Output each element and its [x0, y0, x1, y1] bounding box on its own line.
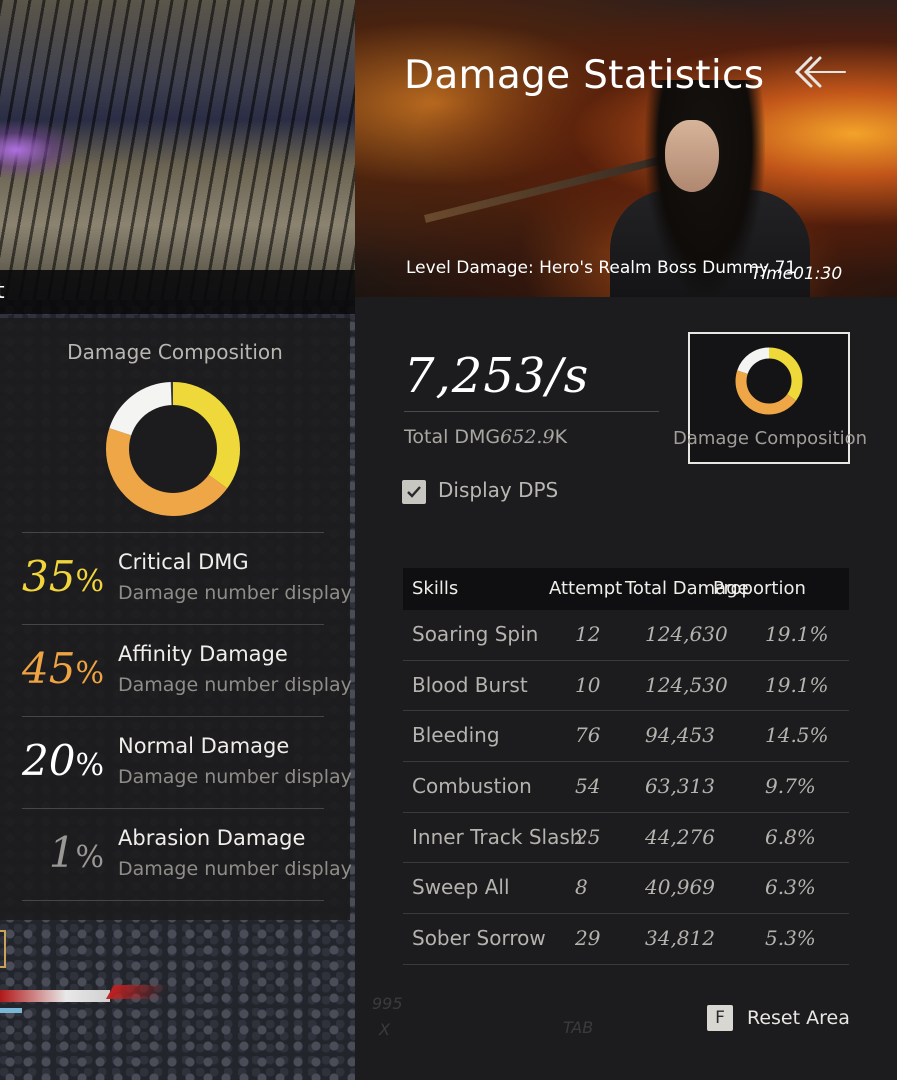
skill-proportion: 6.3% [765, 875, 816, 900]
critical-percent: 35% [22, 552, 104, 601]
skill-total: 44,276 [645, 824, 715, 849]
skill-name: Blood Burst [412, 672, 528, 697]
header-banner: Damage Statistics Level Damage: Hero's R… [355, 0, 897, 297]
damage-composition-panel: Damage Composition 35% Critical DMG Dama… [0, 318, 352, 920]
table-row[interactable]: Soaring Spin 12 124,630 19.1% [403, 610, 849, 661]
skill-total: 34,812 [645, 926, 715, 951]
skill-attempt: 29 [575, 926, 601, 951]
skill-proportion: 9.7% [765, 774, 816, 799]
affinity-percent: 45% [22, 644, 104, 693]
header-attempt: Attempt [549, 578, 623, 599]
table-header: Skills Attempt Total Damage Proportion [403, 568, 849, 610]
display-dps-label: Display DPS [438, 478, 559, 502]
skill-proportion: 5.3% [765, 926, 816, 951]
normal-percent: 20% [22, 736, 104, 785]
abrasion-desc: Damage number displays a [118, 858, 352, 880]
skill-name: Sober Sorrow [412, 926, 546, 951]
composition-title: Damage Composition [67, 340, 283, 364]
skill-total: 124,630 [645, 622, 728, 646]
skill-name: Soaring Spin [412, 622, 539, 646]
skill-attempt: 54 [575, 774, 601, 799]
skill-attempt: 10 [575, 672, 601, 697]
ghost-hud-x: X [379, 1020, 390, 1039]
abrasion-percent: 1% [48, 828, 104, 877]
ghost-hud-number: 995 [372, 994, 403, 1013]
skill-proportion: 19.1% [765, 672, 829, 697]
composition-row-abrasion: 1% Abrasion Damage Damage number display… [0, 808, 352, 901]
back-arrow-icon[interactable] [793, 52, 849, 92]
health-bar [0, 990, 110, 1002]
row-divider [22, 716, 324, 717]
display-dps-checkbox[interactable] [402, 480, 426, 504]
skill-attempt: 76 [575, 723, 601, 748]
table-row[interactable]: Sober Sorrow 29 34,812 5.3% [403, 914, 849, 965]
page-title: Damage Statistics [404, 53, 765, 98]
damage-statistics-panel: Damage Statistics Level Damage: Hero's R… [355, 0, 897, 1080]
composition-row-critical: 35% Critical DMG Damage number displays … [0, 532, 352, 624]
roof-tiles [0, 0, 355, 300]
skills-table: Skills Attempt Total Damage Proportion S… [403, 568, 849, 965]
damage-composition-button[interactable]: Damage Composition [673, 332, 867, 464]
hud-tab: t [0, 270, 355, 314]
header-proportion: Proportion [713, 578, 806, 599]
critical-desc: Damage number displays a [118, 582, 352, 604]
checkmark-icon [407, 486, 421, 498]
hero-face [665, 120, 719, 192]
skill-proportion: 14.5% [765, 723, 829, 748]
skill-total: 63,313 [645, 774, 715, 799]
table-row[interactable]: Bleeding 76 94,453 14.5% [403, 711, 849, 763]
composition-donut-chart [106, 382, 240, 516]
table-row[interactable]: Blood Burst 10 124,530 19.1% [403, 661, 849, 712]
row-divider [22, 808, 324, 809]
skill-proportion: 6.8% [765, 824, 816, 849]
composition-row-affinity: 45% Affinity Damage Damage number displa… [0, 624, 352, 716]
skill-name: Sweep All [412, 875, 510, 900]
purple-flowers [0, 120, 80, 180]
abrasion-label: Abrasion Damage [118, 826, 306, 850]
skill-attempt: 12 [575, 622, 601, 646]
normal-label: Normal Damage [118, 734, 290, 758]
key-f-icon: F [707, 1005, 733, 1031]
header-skills: Skills [412, 578, 459, 599]
dps-underline [404, 411, 659, 412]
skill-name: Bleeding [412, 723, 500, 748]
affinity-label: Affinity Damage [118, 642, 288, 666]
skill-attempt: 8 [575, 875, 588, 900]
hud-skill-icon [0, 930, 6, 968]
skill-attempt: 25 [575, 824, 601, 849]
composition-row-normal: 20% Normal Damage Damage number displays… [0, 716, 352, 808]
table-row[interactable]: Inner Track Slash 25 44,276 6.8% [403, 813, 849, 864]
table-row[interactable]: Sweep All 8 40,969 6.3% [403, 863, 849, 915]
row-divider [22, 532, 324, 533]
time-text: Time01:30 [751, 264, 843, 284]
level-damage-text: Level Damage: Hero's Realm Boss Dummy 71 [406, 258, 797, 278]
skill-total: 94,453 [645, 723, 715, 748]
health-bar-trail [105, 985, 170, 999]
energy-bar [0, 1008, 22, 1013]
skill-proportion: 19.1% [765, 622, 829, 646]
skill-name: Inner Track Slash [412, 824, 583, 849]
composition-card-label: Damage Composition [672, 428, 868, 449]
row-divider [22, 900, 324, 901]
ghost-hud-tab: TAB [563, 1018, 594, 1037]
normal-desc: Damage number displays a [118, 766, 352, 788]
small-donut-chart [735, 347, 803, 415]
total-damage: Total DMG652.9K [404, 426, 568, 448]
critical-label: Critical DMG [118, 550, 249, 574]
reset-area-label: Reset Area [747, 1007, 850, 1029]
row-divider [22, 624, 324, 625]
skill-total: 124,530 [645, 672, 728, 697]
affinity-desc: Damage number displays a [118, 674, 352, 696]
dps-value: 7,253/s [404, 348, 590, 404]
reset-area-button[interactable]: F Reset Area [707, 1004, 850, 1032]
skill-total: 40,969 [645, 875, 715, 900]
skill-name: Combustion [412, 774, 532, 799]
hud-tab-text: t [0, 279, 5, 304]
table-row[interactable]: Combustion 54 63,313 9.7% [403, 762, 849, 813]
